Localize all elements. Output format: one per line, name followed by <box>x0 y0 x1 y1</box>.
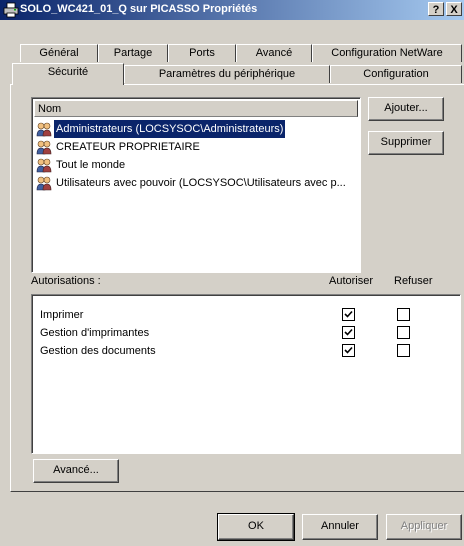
deny-column-header: Refuser <box>394 275 433 287</box>
group-icon <box>36 122 52 137</box>
allow-checkbox-print[interactable] <box>342 308 355 321</box>
user-label: Utilisateurs avec pouvoir (LOCSYSOC\Util… <box>56 177 346 189</box>
checkmark-icon <box>344 310 353 318</box>
advanced-button-label: Avancé... <box>53 464 99 476</box>
add-button[interactable]: Ajouter... <box>368 97 444 121</box>
apply-button-label: Appliquer <box>400 520 448 532</box>
user-label: Administrateurs (LOCSYSOC\Administrateur… <box>54 120 286 138</box>
group-icon <box>36 176 52 191</box>
group-icon <box>36 140 52 155</box>
tab-device-settings[interactable]: Paramètres du périphérique <box>124 65 330 83</box>
help-button[interactable]: ? <box>428 2 444 16</box>
tab-ports[interactable]: Ports <box>168 44 236 62</box>
advanced-button[interactable]: Avancé... <box>33 459 119 483</box>
security-panel: Nom Administrateurs (LOCSYSOC\Administra… <box>10 84 464 492</box>
allow-checkbox-manage-printers[interactable] <box>342 326 355 339</box>
permission-name: Gestion des documents <box>40 345 156 357</box>
apply-button[interactable]: Appliquer <box>386 514 462 540</box>
printer-icon <box>3 2 19 18</box>
permission-row-manage-printers: Gestion d'imprimantes <box>40 325 149 341</box>
tab-general[interactable]: Général <box>20 44 98 62</box>
allow-column-header: Autoriser <box>329 275 374 287</box>
user-label: Tout le monde <box>56 159 126 171</box>
ok-button-label: OK <box>248 520 264 532</box>
tab-advanced[interactable]: Avancé <box>236 44 312 62</box>
users-listview[interactable]: Nom Administrateurs (LOCSYSOC\Administra… <box>31 97 361 273</box>
permission-name: Imprimer <box>40 309 84 321</box>
deny-checkbox-manage-documents[interactable] <box>397 344 410 357</box>
window-title: SOLO_WC421_01_Q sur PICASSO Propriétés <box>20 3 258 15</box>
permissions-list[interactable]: Imprimer Gestion d'imprimantes Gestion d… <box>31 294 461 454</box>
tab-configuration[interactable]: Configuration <box>330 65 462 83</box>
close-button[interactable]: X <box>446 2 462 16</box>
permission-row-manage-documents: Gestion des documents <box>40 343 156 359</box>
permission-name: Gestion d'imprimantes <box>40 327 150 339</box>
remove-button-label: Supprimer <box>380 136 432 148</box>
cancel-button-label: Annuler <box>321 520 359 532</box>
deny-checkbox-print[interactable] <box>397 308 410 321</box>
checkmark-icon <box>344 346 353 354</box>
deny-checkbox-manage-printers[interactable] <box>397 326 410 339</box>
user-label: CREATEUR PROPRIETAIRE <box>56 141 200 153</box>
allow-checkbox-manage-documents[interactable] <box>342 344 355 357</box>
checkmark-icon <box>344 328 353 336</box>
title-bar[interactable]: SOLO_WC421_01_Q sur PICASSO Propriétés ?… <box>0 0 464 20</box>
tab-sharing[interactable]: Partage <box>98 44 168 62</box>
permission-row-print: Imprimer <box>40 307 83 323</box>
name-column-header[interactable]: Nom <box>34 100 358 117</box>
add-button-label: Ajouter... <box>384 102 428 114</box>
remove-button[interactable]: Supprimer <box>368 131 444 155</box>
tab-netware-configuration[interactable]: Configuration NetWare <box>312 44 462 62</box>
group-icon <box>36 158 52 173</box>
cancel-button[interactable]: Annuler <box>302 514 378 540</box>
tab-security[interactable]: Sécurité <box>12 63 124 85</box>
permissions-label: Autorisations : <box>31 275 101 287</box>
ok-button[interactable]: OK <box>217 513 295 541</box>
properties-dialog: SOLO_WC421_01_Q sur PICASSO Propriétés ?… <box>0 0 464 546</box>
